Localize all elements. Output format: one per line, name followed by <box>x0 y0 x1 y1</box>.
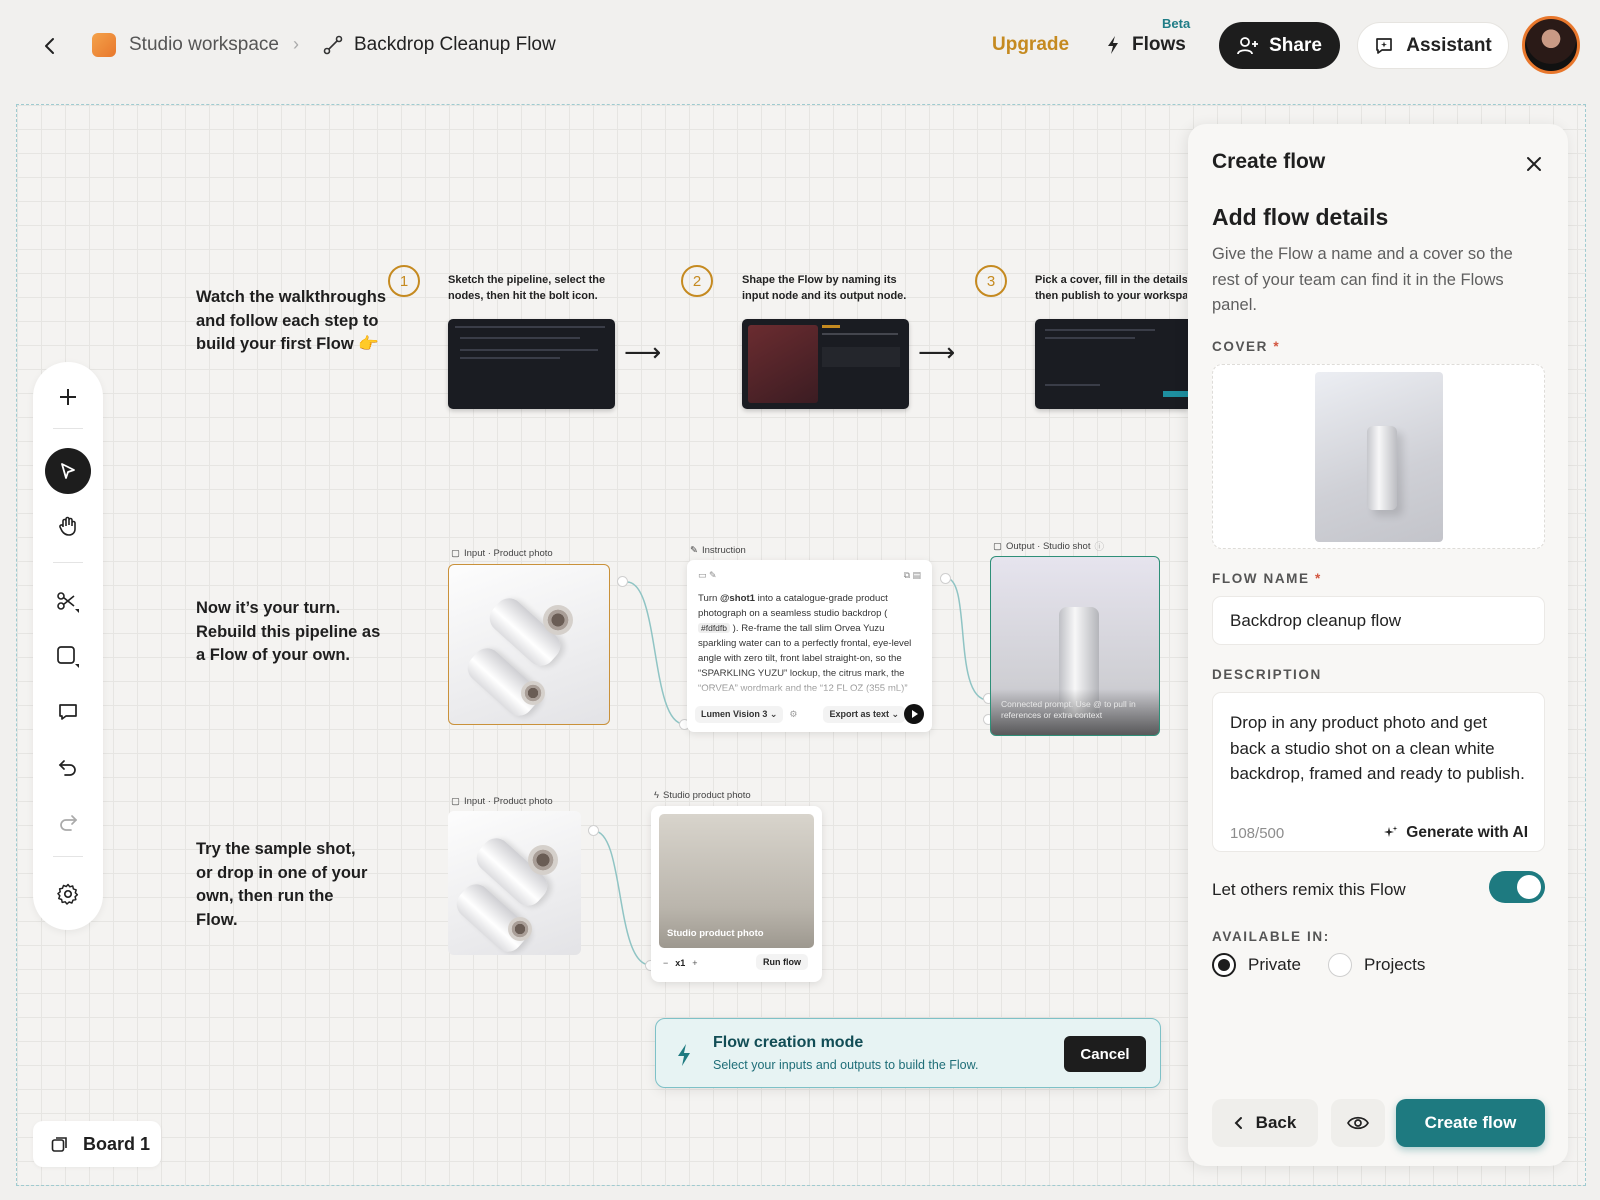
output-node-label: ▢ Output · Studio shot ⓘ <box>993 539 1104 554</box>
image-icon: ▢ <box>451 796 460 807</box>
radio-button[interactable] <box>1328 953 1352 977</box>
comment-icon: ▭ ✎ <box>698 570 717 580</box>
close-button[interactable] <box>1520 150 1548 178</box>
output-port[interactable] <box>588 825 599 836</box>
description-label: DESCRIPTION <box>1212 667 1322 682</box>
mention-chip: @shot1 <box>720 593 755 604</box>
input-node-label-text: Input · Product photo <box>463 548 553 559</box>
instruction-node[interactable]: ▭ ✎ ⧉ ▤ Turn @shot1 into a catalogue-gra… <box>687 560 932 732</box>
available-label: AVAILABLE IN: <box>1212 929 1330 944</box>
radio-private-label: Private <box>1248 955 1301 974</box>
image-icon: ▢ <box>451 548 460 559</box>
studio-preview[interactable]: Studio product photo <box>659 814 814 948</box>
create-flow-panel: Create flow Add flow details Give the Fl… <box>1188 124 1568 1166</box>
sparkle-icon <box>1384 825 1398 837</box>
instruction-footer: Lumen Vision 3 ⌄ ⚙ Export as text ⌄ <box>695 704 924 724</box>
eye-icon <box>1347 1116 1369 1130</box>
cover-label: COVER * <box>1212 339 1280 354</box>
output-port[interactable] <box>617 576 628 587</box>
input-node-image[interactable] <box>448 564 610 725</box>
generate-ai-label: Generate with AI <box>1406 824 1528 841</box>
model-label: Lumen Vision 3 <box>701 708 768 719</box>
flow-name-input[interactable]: Backdrop cleanup flow <box>1212 596 1545 645</box>
studio-node-label-text: Studio product photo <box>663 790 751 801</box>
back-label: Back <box>1255 1113 1297 1132</box>
output-node-label-text: Output · Studio shot <box>1005 540 1091 552</box>
generate-ai-button[interactable]: Generate with AI <box>1383 820 1528 846</box>
panel-description: Give the Flow a name and a cover so the … <box>1212 245 1513 314</box>
run-flow-button[interactable]: Run flow <box>756 954 808 970</box>
image-icon: ▢ <box>993 540 1002 552</box>
description-textarea[interactable]: Drop in any product photo and get back a… <box>1212 692 1545 852</box>
close-icon <box>1527 157 1541 171</box>
remix-toggle[interactable] <box>1489 871 1545 903</box>
studio-preview-label: Studio product photo <box>667 928 764 939</box>
radio-projects-label: Projects <box>1364 955 1426 974</box>
decrement-button[interactable]: − <box>663 958 668 968</box>
chevron-left-icon <box>1234 1117 1242 1129</box>
flow-name-label-text: FLOW NAME <box>1212 571 1310 586</box>
bolt-icon: ϟ <box>654 790 660 801</box>
studio-flow-node[interactable]: Studio product photo − x1 + Run flow <box>651 806 822 982</box>
bolt-icon <box>678 1044 690 1066</box>
increment-button[interactable]: + <box>692 958 697 968</box>
studio-node-label: ϟ Studio product photo <box>654 790 751 801</box>
instruction-node-label-text: Instruction <box>701 545 746 556</box>
back-button[interactable]: Back <box>1212 1099 1318 1147</box>
cancel-button[interactable]: Cancel <box>1064 1036 1146 1072</box>
required-mark: * <box>1315 571 1322 586</box>
sparkle-icon: ✎ <box>690 545 698 556</box>
sample-input-image[interactable] <box>448 811 581 955</box>
output-overlay-text: Connected prompt. Use @ to pull in refer… <box>1001 699 1136 720</box>
instruction-text-pre: Turn <box>698 593 721 604</box>
radio-private[interactable]: Private <box>1212 953 1301 977</box>
output-node-image[interactable]: Connected prompt. Use @ to pull in refer… <box>990 556 1160 736</box>
can-shape <box>1367 426 1397 510</box>
info-icon: ⓘ <box>1094 542 1104 553</box>
flow-mode-banner: Flow creation mode Select your inputs an… <box>655 1018 1161 1088</box>
model-selector[interactable]: Lumen Vision 3 ⌄ <box>695 705 784 723</box>
count-value: x1 <box>675 958 686 968</box>
cover-label-text: COVER <box>1212 339 1269 354</box>
input-node-label: ▢ Input · Product photo <box>451 548 553 559</box>
panel-title: Create flow <box>1212 150 1326 173</box>
required-mark: * <box>1273 339 1281 354</box>
panel-heading: Add flow details <box>1212 204 1389 230</box>
export-selector[interactable]: Export as text ⌄ <box>823 705 906 723</box>
output-port[interactable] <box>940 573 951 584</box>
character-counter: 108/500 <box>1230 825 1285 842</box>
cover-image[interactable] <box>1315 372 1443 542</box>
instruction-node-label: ✎ Instruction <box>690 545 746 556</box>
text-fade <box>687 672 932 702</box>
settings-icon[interactable]: ⚙ <box>789 709 797 720</box>
hex-chip: #fdfdfb <box>698 623 730 633</box>
remix-label: Let others remix this Flow <box>1212 880 1406 899</box>
radio-button[interactable] <box>1212 953 1236 977</box>
flow-name-label: FLOW NAME * <box>1212 571 1322 586</box>
export-label: Export as text <box>829 708 890 719</box>
banner-title: Flow creation mode <box>713 1034 864 1051</box>
count-stepper[interactable]: − x1 + <box>663 958 698 968</box>
create-flow-button[interactable]: Create flow <box>1396 1099 1545 1147</box>
play-icon <box>912 710 918 718</box>
description-value: Drop in any product photo and get back a… <box>1230 713 1525 783</box>
radio-projects[interactable]: Projects <box>1328 953 1425 977</box>
cover-dropzone[interactable] <box>1212 364 1545 549</box>
preview-button[interactable] <box>1331 1099 1385 1147</box>
toggle-knob <box>1517 875 1541 899</box>
copy-icon[interactable]: ⧉ ▤ <box>904 570 921 581</box>
input-node-label-text: Input · Product photo <box>463 796 553 807</box>
run-node-button[interactable] <box>904 704 924 724</box>
banner-subtitle: Select your inputs and outputs to build … <box>713 1058 979 1072</box>
input-node-label: ▢ Input · Product photo <box>451 796 553 807</box>
